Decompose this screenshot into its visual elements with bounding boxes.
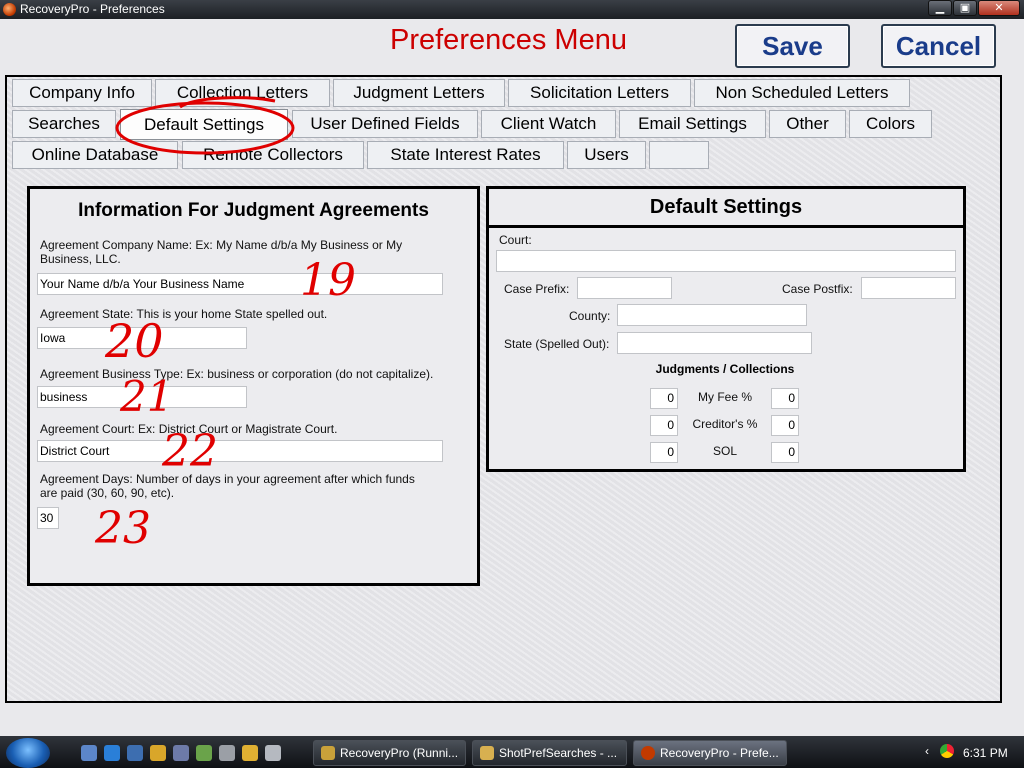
quicklaunch-app-icon[interactable] xyxy=(173,745,189,761)
annotation-20: 20 xyxy=(105,314,164,368)
switch-windows-icon[interactable] xyxy=(127,745,143,761)
annotation-21: 21 xyxy=(120,372,174,421)
annotation-22: 22 xyxy=(162,426,218,477)
annotation-23: 23 xyxy=(95,503,151,554)
taskbar-clock[interactable]: 6:31 PM xyxy=(963,746,1008,760)
tray-app-icon[interactable] xyxy=(940,744,954,758)
annotation-19: 19 xyxy=(300,255,356,306)
taskbar-item-recoverypro-running[interactable]: RecoveryPro (Runni... xyxy=(313,740,466,766)
taskbar-item-shotprefsearches[interactable]: ShotPrefSearches - ... xyxy=(472,740,627,766)
show-desktop-icon[interactable] xyxy=(81,745,97,761)
quicklaunch-printer-icon[interactable] xyxy=(219,745,235,761)
internet-explorer-icon[interactable] xyxy=(104,745,120,761)
recoverypro-task-icon xyxy=(321,746,335,760)
quicklaunch-tool-icon[interactable] xyxy=(196,745,212,761)
calculator-icon[interactable] xyxy=(265,745,281,761)
annotation-circle xyxy=(115,101,295,155)
start-button[interactable] xyxy=(6,738,50,768)
taskbar-item-recoverypro-preferences[interactable]: RecoveryPro - Prefe... xyxy=(633,740,787,766)
recoverypro-app-icon xyxy=(641,746,655,760)
chrome-icon[interactable] xyxy=(242,745,258,761)
document-task-icon xyxy=(480,746,494,760)
tray-expand-icon[interactable]: ‹ xyxy=(925,744,929,758)
media-player-icon[interactable] xyxy=(150,745,166,761)
